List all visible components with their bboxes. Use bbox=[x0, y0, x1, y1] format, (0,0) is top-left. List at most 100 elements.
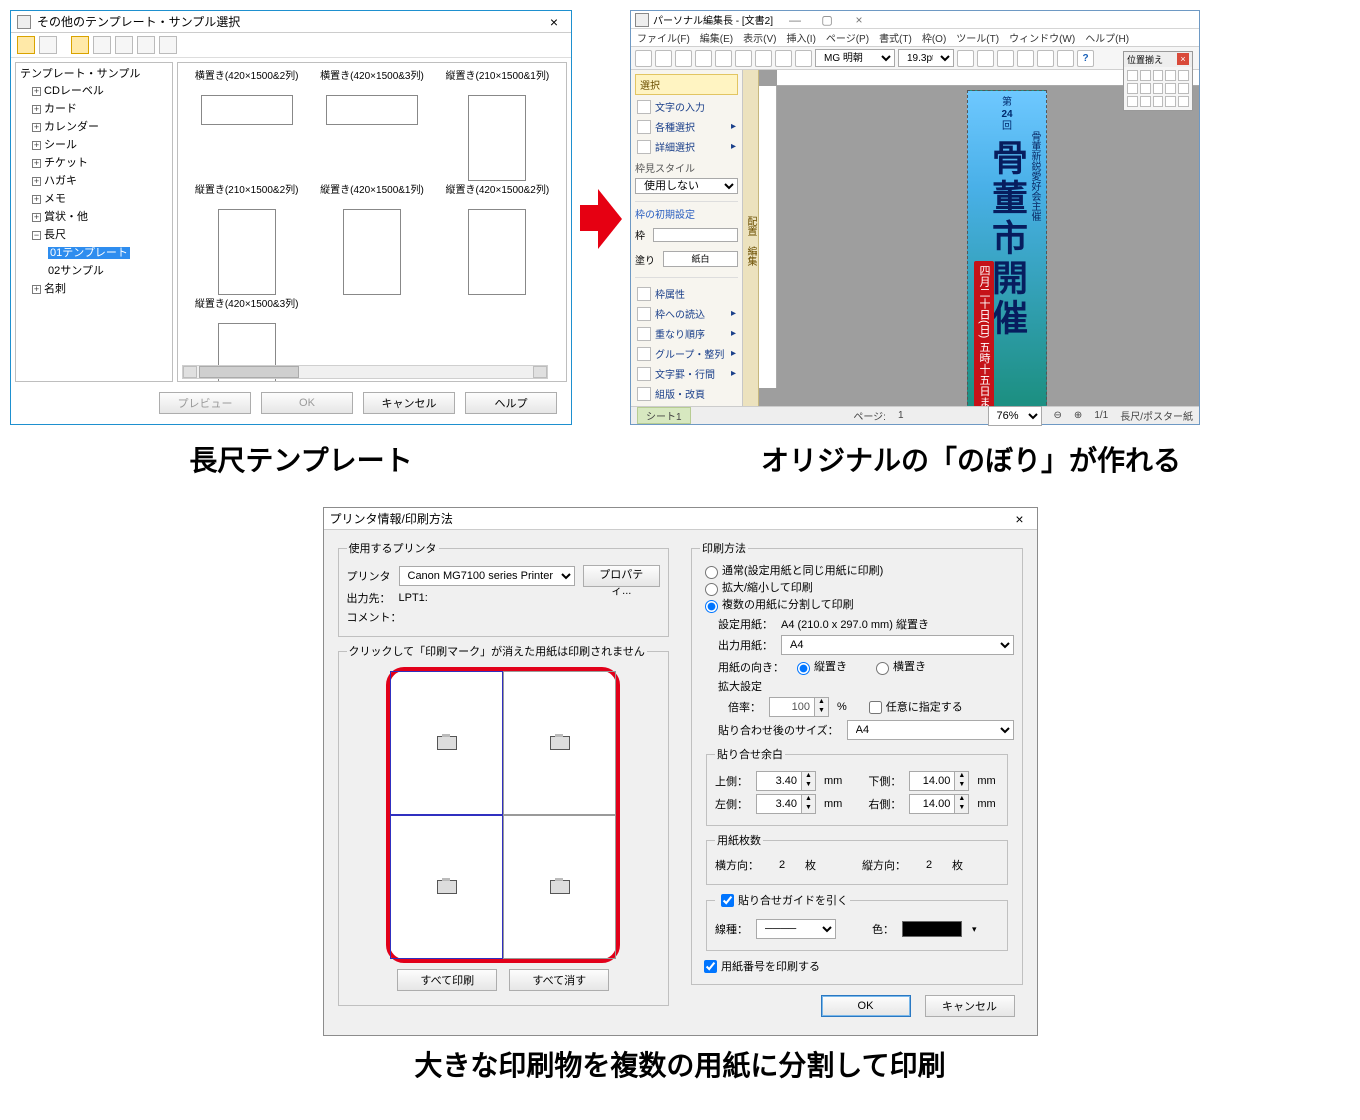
help-button[interactable]: ヘルプ bbox=[465, 392, 557, 414]
tb-redo-icon[interactable] bbox=[795, 50, 812, 67]
tree-item[interactable]: −長尺 bbox=[32, 225, 172, 243]
chk-pagenum[interactable]: 用紙番号を印刷する bbox=[700, 961, 820, 973]
menu-item[interactable]: ウィンドウ(W) bbox=[1009, 30, 1075, 45]
tb-alignl-icon[interactable] bbox=[1017, 50, 1034, 67]
side-detail[interactable]: 詳細選択▸ bbox=[635, 138, 738, 155]
maximize-icon[interactable]: ▢ bbox=[813, 13, 841, 27]
side-arrange[interactable]: 組版・改頁 bbox=[635, 385, 738, 402]
cancel-button[interactable]: キャンセル bbox=[363, 392, 455, 414]
radio-landscape[interactable]: 横置き bbox=[871, 658, 926, 675]
tb-bold-icon[interactable] bbox=[957, 50, 974, 67]
tb-paste-icon[interactable] bbox=[755, 50, 772, 67]
printer-select[interactable]: Canon MG7100 series Printer bbox=[399, 566, 575, 586]
tb-underline-icon[interactable] bbox=[997, 50, 1014, 67]
radio-split[interactable]: 複数の用紙に分割して印刷 bbox=[700, 599, 854, 611]
sheet-tab[interactable]: シート1 bbox=[637, 407, 691, 424]
font-size-select[interactable]: 19.3pt bbox=[898, 49, 954, 67]
ok-button[interactable]: OK bbox=[261, 392, 353, 414]
tb-alignr-icon[interactable] bbox=[1057, 50, 1074, 67]
page-1[interactable] bbox=[390, 671, 503, 815]
side-textflow[interactable]: 文字罫・行間▸ bbox=[635, 365, 738, 382]
side-select[interactable]: 選択 bbox=[635, 74, 738, 95]
radio-portrait[interactable]: 縦置き bbox=[792, 658, 847, 675]
merge-size-select[interactable]: A4 bbox=[847, 720, 1014, 740]
tool-sort-4-icon[interactable] bbox=[137, 36, 155, 54]
tree-item[interactable]: +名刺 bbox=[32, 279, 172, 297]
style-select[interactable]: 使用しない bbox=[635, 178, 738, 194]
template-thumb[interactable]: 縦置き(210×1500&2列) bbox=[184, 181, 309, 295]
tool-sort-5-icon[interactable] bbox=[159, 36, 177, 54]
tree-item[interactable]: +カード bbox=[32, 99, 172, 117]
tb-open-icon[interactable] bbox=[655, 50, 672, 67]
template-thumb[interactable]: 横置き(420×1500&2列) bbox=[184, 67, 309, 181]
menu-item[interactable]: 挿入(I) bbox=[786, 30, 815, 45]
tb-help-icon[interactable]: ? bbox=[1077, 50, 1094, 67]
side-import[interactable]: 枠への読込▸ bbox=[635, 305, 738, 322]
category-tree[interactable]: テンプレート・サンプル +CDレーベル+カード+カレンダー+シール+チケット+ハ… bbox=[15, 62, 173, 382]
tree-subitem[interactable]: 01テンプレート bbox=[48, 243, 172, 261]
line-style-select[interactable]: ──── bbox=[756, 919, 836, 939]
zoom-select[interactable]: 76% bbox=[988, 406, 1042, 426]
tb-copy-icon[interactable] bbox=[735, 50, 752, 67]
edit-tab-vertical[interactable]: 配置 編集 bbox=[743, 70, 759, 406]
tree-item[interactable]: +メモ bbox=[32, 189, 172, 207]
menu-item[interactable]: 書式(T) bbox=[879, 30, 912, 45]
tb-save-icon[interactable] bbox=[675, 50, 692, 67]
side-layer[interactable]: 重なり順序▸ bbox=[635, 325, 738, 342]
palette-close-icon[interactable]: × bbox=[1177, 53, 1189, 65]
color-swatch[interactable] bbox=[902, 921, 962, 937]
tree-item[interactable]: +シール bbox=[32, 135, 172, 153]
chk-guide[interactable]: 貼り合せガイドを引く bbox=[717, 895, 848, 907]
tree-item[interactable]: +カレンダー bbox=[32, 117, 172, 135]
scrollbar-horizontal[interactable] bbox=[182, 365, 548, 379]
radio-scale[interactable]: 拡大/縮小して印刷 bbox=[700, 582, 813, 594]
tree-item[interactable]: +CDレーベル bbox=[32, 81, 172, 99]
tree-item[interactable]: +賞状・他 bbox=[32, 207, 172, 225]
all-print-button[interactable]: すべて印刷 bbox=[397, 969, 497, 991]
side-multi[interactable]: 各種選択▸ bbox=[635, 118, 738, 135]
tool-view-large-icon[interactable] bbox=[17, 36, 35, 54]
tb-alignc-icon[interactable] bbox=[1037, 50, 1054, 67]
tool-sort-2-icon[interactable] bbox=[93, 36, 111, 54]
close-icon[interactable]: × bbox=[1009, 511, 1031, 527]
chk-arbitrary[interactable]: 任意に指定する bbox=[865, 698, 963, 717]
margin-top-spin[interactable]: ▲▼ bbox=[756, 771, 816, 791]
margin-left-spin[interactable]: ▲▼ bbox=[756, 794, 816, 814]
ok-button[interactable]: OK bbox=[821, 995, 911, 1017]
menu-item[interactable]: ファイル(F) bbox=[637, 30, 690, 45]
scale-spin[interactable]: ▲▼ bbox=[769, 697, 829, 717]
page-grid[interactable] bbox=[386, 667, 620, 963]
template-thumb[interactable]: 横置き(420×1500&3列) bbox=[309, 67, 434, 181]
cancel-button[interactable]: キャンセル bbox=[925, 995, 1015, 1017]
all-clear-button[interactable]: すべて消す bbox=[509, 969, 609, 991]
side-text[interactable]: 文字の入力 bbox=[635, 98, 738, 115]
margin-right-spin[interactable]: ▲▼ bbox=[909, 794, 969, 814]
menu-item[interactable]: 編集(E) bbox=[700, 30, 733, 45]
tool-sort-3-icon[interactable] bbox=[115, 36, 133, 54]
side-prop[interactable]: 枠属性 bbox=[635, 285, 738, 302]
page-2[interactable] bbox=[503, 671, 616, 815]
scroll-right-icon[interactable] bbox=[533, 366, 547, 378]
menu-bar[interactable]: ファイル(F)編集(E)表示(V)挿入(I)ページ(P)書式(T)枠(O)ツール… bbox=[631, 29, 1199, 47]
template-thumb[interactable]: 縦置き(210×1500&1列) bbox=[435, 67, 560, 181]
canvas[interactable]: 第24回 骨董市開催 骨董新鋭愛好会主催 四月二十日(日) 五時十五日まで bbox=[759, 70, 1199, 406]
tree-subitem[interactable]: 02サンプル bbox=[48, 261, 172, 279]
close-icon[interactable]: × bbox=[543, 14, 565, 30]
banner-document[interactable]: 第24回 骨董市開催 骨董新鋭愛好会主催 四月二十日(日) 五時十五日まで bbox=[967, 90, 1047, 406]
radio-normal[interactable]: 通常(設定用紙と同じ用紙に印刷) bbox=[700, 565, 883, 577]
tb-new-icon[interactable] bbox=[635, 50, 652, 67]
menu-item[interactable]: 表示(V) bbox=[743, 30, 776, 45]
fill-swatch[interactable]: 紙白 bbox=[663, 251, 738, 267]
tb-cut-icon[interactable] bbox=[715, 50, 732, 67]
tree-item[interactable]: +ハガキ bbox=[32, 171, 172, 189]
template-thumb[interactable]: 縦置き(420×1500&2列) bbox=[435, 181, 560, 295]
menu-item[interactable]: ツール(T) bbox=[956, 30, 999, 45]
side-group[interactable]: グループ・整列▸ bbox=[635, 345, 738, 362]
close-icon[interactable]: × bbox=[845, 13, 873, 27]
tb-italic-icon[interactable] bbox=[977, 50, 994, 67]
page-4[interactable] bbox=[503, 815, 616, 959]
menu-item[interactable]: ページ(P) bbox=[826, 30, 869, 45]
preview-button[interactable]: プレビュー bbox=[159, 392, 251, 414]
menu-item[interactable]: ヘルプ(H) bbox=[1085, 30, 1129, 45]
template-thumb[interactable]: 縦置き(420×1500&1列) bbox=[309, 181, 434, 295]
